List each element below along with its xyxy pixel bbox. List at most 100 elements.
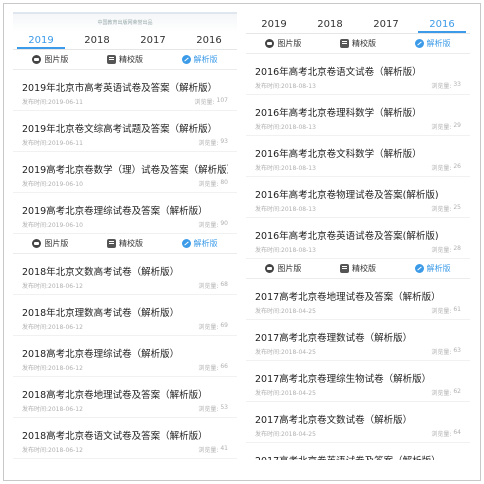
item-title[interactable]: 2019年北京市高考英语试卷及答案（解析版） [22,70,228,92]
list-item[interactable]: 2019高考北京卷理综试卷及答案（解析版） 发布时间:2019-06-10 浏览量:… [13,193,237,234]
analysis-mode-button[interactable]: 解析版 [181,54,218,65]
item-meta: 发布时间:2018-08-13 浏览量: 33 [255,76,461,94]
item-title[interactable]: 2019高考北京卷理综试卷及答案（解析版） [22,193,228,215]
publish-date-label: 发布时间: [22,406,49,413]
analysis-icon [181,239,191,248]
item-title[interactable]: 2016年高考北京卷英语试卷及答案(解析版) [255,218,461,240]
list-item[interactable]: 2016年高考北京卷文科数学（解析版） 发布时间:2018-08-13 浏览量: 26 [246,136,470,177]
tab-2018[interactable]: 2018 [306,19,354,33]
picture-mode-button[interactable]: 图片版 [32,54,68,65]
item-title[interactable]: 2017高考北京卷英语试卷及答案（解析版） [255,443,461,460]
tab-2019[interactable]: 2019 [250,19,298,33]
analysis-mode-button[interactable]: 解析版 [414,38,451,49]
view-count: 浏览量: 41 [198,445,228,458]
publish-date-label: 发布时间: [255,308,282,315]
proof-mode-button[interactable]: 精校版 [339,38,376,49]
item-title[interactable]: 2018年北京理数高考试卷（解析版） [22,295,228,317]
list-item[interactable]: 2017高考北京卷理综生物试卷（解析版） 发布时间:2018-04-25 浏览量: 6… [246,361,470,402]
item-title[interactable]: 2018年北京文数高考试卷（解析版） [22,254,228,276]
item-title[interactable]: 2017高考北京卷理数试卷（解析版） [255,320,461,342]
item-title[interactable]: 2018高考北京卷理综试卷（解析版） [22,336,228,358]
list-item[interactable]: 2018年北京文数高考试卷（解析版） 发布时间:2018-06-12 浏览量: 68 [13,254,237,295]
analysis-mode-label: 解析版 [193,55,218,64]
proof-mode-button[interactable]: 精校版 [106,238,143,249]
item-title[interactable]: 2016年高考北京卷文科数学（解析版） [255,136,461,158]
mode-bar: 图片版 精校版 解析版 [13,50,237,70]
exam-list-2016: 2016年高考北京卷语文试卷（解析版） 发布时间:2018-08-13 浏览量: 33… [246,54,470,259]
item-meta: 发布时间:2018-08-13 浏览量: 25 [255,199,461,217]
image-icon [32,239,42,248]
list-item[interactable]: 2017高考北京卷英语试卷及答案（解析版）发布时间:2018-04-25浏览量:… [246,443,470,460]
list-item[interactable]: 2017高考北京卷文数试卷（解析版） 发布时间:2018-04-25 浏览量: 64 [246,402,470,443]
proof-mode-button[interactable]: 精校版 [339,263,376,274]
publish-date-value: 2018-08-13 [281,165,316,172]
tab-2016[interactable]: 2016 [418,19,466,33]
publish-date-value: 2019-06-11 [48,99,83,106]
publish-date: 发布时间:2018-04-25 [255,388,316,401]
item-title[interactable]: 2018高考北京卷语文试卷及答案（解析版） [22,418,228,440]
tab-2017[interactable]: 2017 [362,19,410,33]
tab-2019[interactable]: 2019 [17,35,65,49]
list-item[interactable]: 2018高考北京卷理综试卷（解析版） 发布时间:2018-06-12 浏览量: 66 [13,336,237,377]
view-count-label: 浏览量: [198,365,219,372]
item-title[interactable]: 2019年北京卷文综高考试题及答案（解析版） [22,111,228,133]
publish-date-label: 发布时间: [255,431,282,438]
item-title[interactable]: 2018高考北京卷地理试卷及答案（解析版） [22,377,228,399]
view-count: 浏览量: 63 [431,347,461,360]
view-count-label: 浏览量: [431,349,452,356]
list-item[interactable]: 2016年高考北京卷物理试卷及答案(解析版) 发布时间:2018-08-13 浏览量… [246,177,470,218]
publish-date-value: 2018-06-12 [48,365,83,372]
list-item[interactable]: 2016年高考北京卷理科数学（解析版） 发布时间:2018-08-13 浏览量: 29 [246,95,470,136]
picture-mode-button[interactable]: 图片版 [32,238,68,249]
view-count-label: 浏览量: [431,308,452,315]
publish-date: 发布时间:2018-04-25 [255,347,316,360]
publisher-banner: 中国教育出版网荣誉出品 [13,12,237,32]
view-count-value: 90 [220,220,228,227]
tab-2018[interactable]: 2018 [73,35,121,49]
exam-list-2019: 2019年北京市高考英语试卷及答案（解析版） 发布时间:2019-06-11 浏览量… [13,70,237,234]
publish-date-label: 发布时间: [22,324,49,331]
publish-date-label: 发布时间: [255,390,282,397]
list-item[interactable]: 2018年北京理数高考试卷（解析版） 发布时间:2018-06-12 浏览量: 69 [13,295,237,336]
item-meta: 发布时间:2019-06-11 浏览量: 107 [22,92,228,110]
tab-2016[interactable]: 2016 [185,35,233,49]
view-count: 浏览量: 28 [431,245,461,258]
view-count-value: 93 [220,138,228,145]
list-item[interactable]: 2016年高考北京卷英语试卷及答案(解析版) 发布时间:2018-08-13 浏览量… [246,218,470,259]
item-title[interactable]: 2016年高考北京卷物理试卷及答案(解析版) [255,177,461,199]
list-item[interactable]: 2019年北京卷文综高考试题及答案（解析版） 发布时间:2019-06-11 浏览量… [13,111,237,152]
view-count-value: 80 [220,179,228,186]
item-meta: 发布时间:2019-06-11 浏览量: 93 [22,133,228,151]
list-item[interactable]: 2017高考北京卷理数试卷（解析版） 发布时间:2018-04-25 浏览量: 63 [246,320,470,361]
view-count: 浏览量: 53 [198,404,228,417]
publish-date-label: 发布时间: [255,247,282,254]
item-title[interactable]: 2017高考北京卷地理试卷及答案（解析版） [255,279,461,301]
list-item[interactable]: 2018高考北京卷地理试卷及答案（解析版） 发布时间:2018-06-12 浏览量:… [13,377,237,418]
item-title[interactable]: 2019高考北京卷数学（理）试卷及答案（解析版） [22,152,228,174]
tab-2017[interactable]: 2017 [129,35,177,49]
publish-date-value: 2018-06-12 [48,283,83,290]
publish-date: 发布时间:2018-06-12 [22,445,83,458]
picture-mode-button[interactable]: 图片版 [265,263,301,274]
list-item[interactable]: 2017高考北京卷地理试卷及答案（解析版） 发布时间:2018-04-25 浏览量:… [246,279,470,320]
list-item[interactable]: 2019年北京市高考英语试卷及答案（解析版） 发布时间:2019-06-11 浏览量… [13,70,237,111]
item-title[interactable]: 2017高考北京卷理综生物试卷（解析版） [255,361,461,383]
publish-date: 发布时间:2018-06-12 [22,322,83,335]
item-meta: 发布时间:2019-06-10 浏览量: 90 [22,215,228,233]
list-item[interactable]: 2016年高考北京卷语文试卷（解析版） 发布时间:2018-08-13 浏览量: 33 [246,54,470,95]
list-item[interactable]: 2019高考北京卷数学（理）试卷及答案（解析版） 发布时间:2019-06-10 浏… [13,152,237,193]
publish-date-label: 发布时间: [22,181,49,188]
item-title[interactable]: 2017高考北京卷文数试卷（解析版） [255,402,461,424]
list-item[interactable]: 2018高考北京卷语文试卷及答案（解析版） 发布时间:2018-06-12 浏览量:… [13,418,237,459]
picture-mode-label: 图片版 [277,264,302,273]
proof-mode-button[interactable]: 精校版 [106,54,143,65]
item-title[interactable]: 2016年高考北京卷语文试卷（解析版） [255,54,461,76]
publish-date: 发布时间:2018-04-25 [255,306,316,319]
view-count-value: 69 [220,322,228,329]
picture-mode-button[interactable]: 图片版 [265,38,301,49]
publish-date-label: 发布时间: [22,365,49,372]
left-panel: 中国教育出版网荣誉出品 2019 2018 2017 2016 图片版 精校版 … [13,12,237,460]
item-title[interactable]: 2016年高考北京卷理科数学（解析版） [255,95,461,117]
analysis-mode-button[interactable]: 解析版 [181,238,218,249]
analysis-mode-button[interactable]: 解析版 [414,263,451,274]
